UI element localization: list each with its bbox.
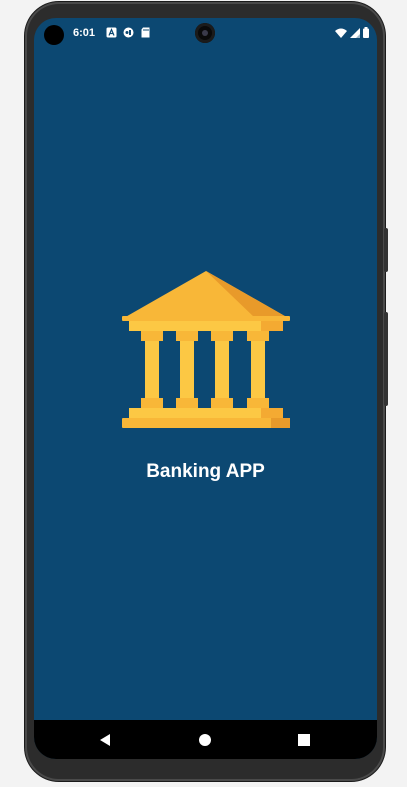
sd-card-icon [141, 27, 150, 38]
recents-button[interactable] [297, 733, 311, 747]
app-screen: 6:01 Banking APP [34, 18, 377, 759]
volume-button [384, 228, 388, 272]
status-bar: 6:01 [34, 18, 377, 48]
a-icon [106, 27, 117, 38]
home-button[interactable] [198, 733, 212, 747]
navigation-bar [34, 720, 377, 759]
front-camera [195, 23, 215, 43]
power-button [384, 312, 388, 406]
bank-building-icon [122, 271, 290, 428]
status-time: 6:01 [73, 27, 96, 39]
system-icons [335, 27, 369, 38]
back-button[interactable] [98, 733, 112, 747]
wifi-icon [335, 28, 347, 38]
battery-icon [363, 27, 369, 38]
signal-icon [350, 27, 360, 38]
notification-icons [106, 27, 151, 38]
front-camera-left [44, 25, 64, 45]
app-title: Banking APP [146, 461, 265, 482]
tsv-icon [123, 27, 134, 38]
